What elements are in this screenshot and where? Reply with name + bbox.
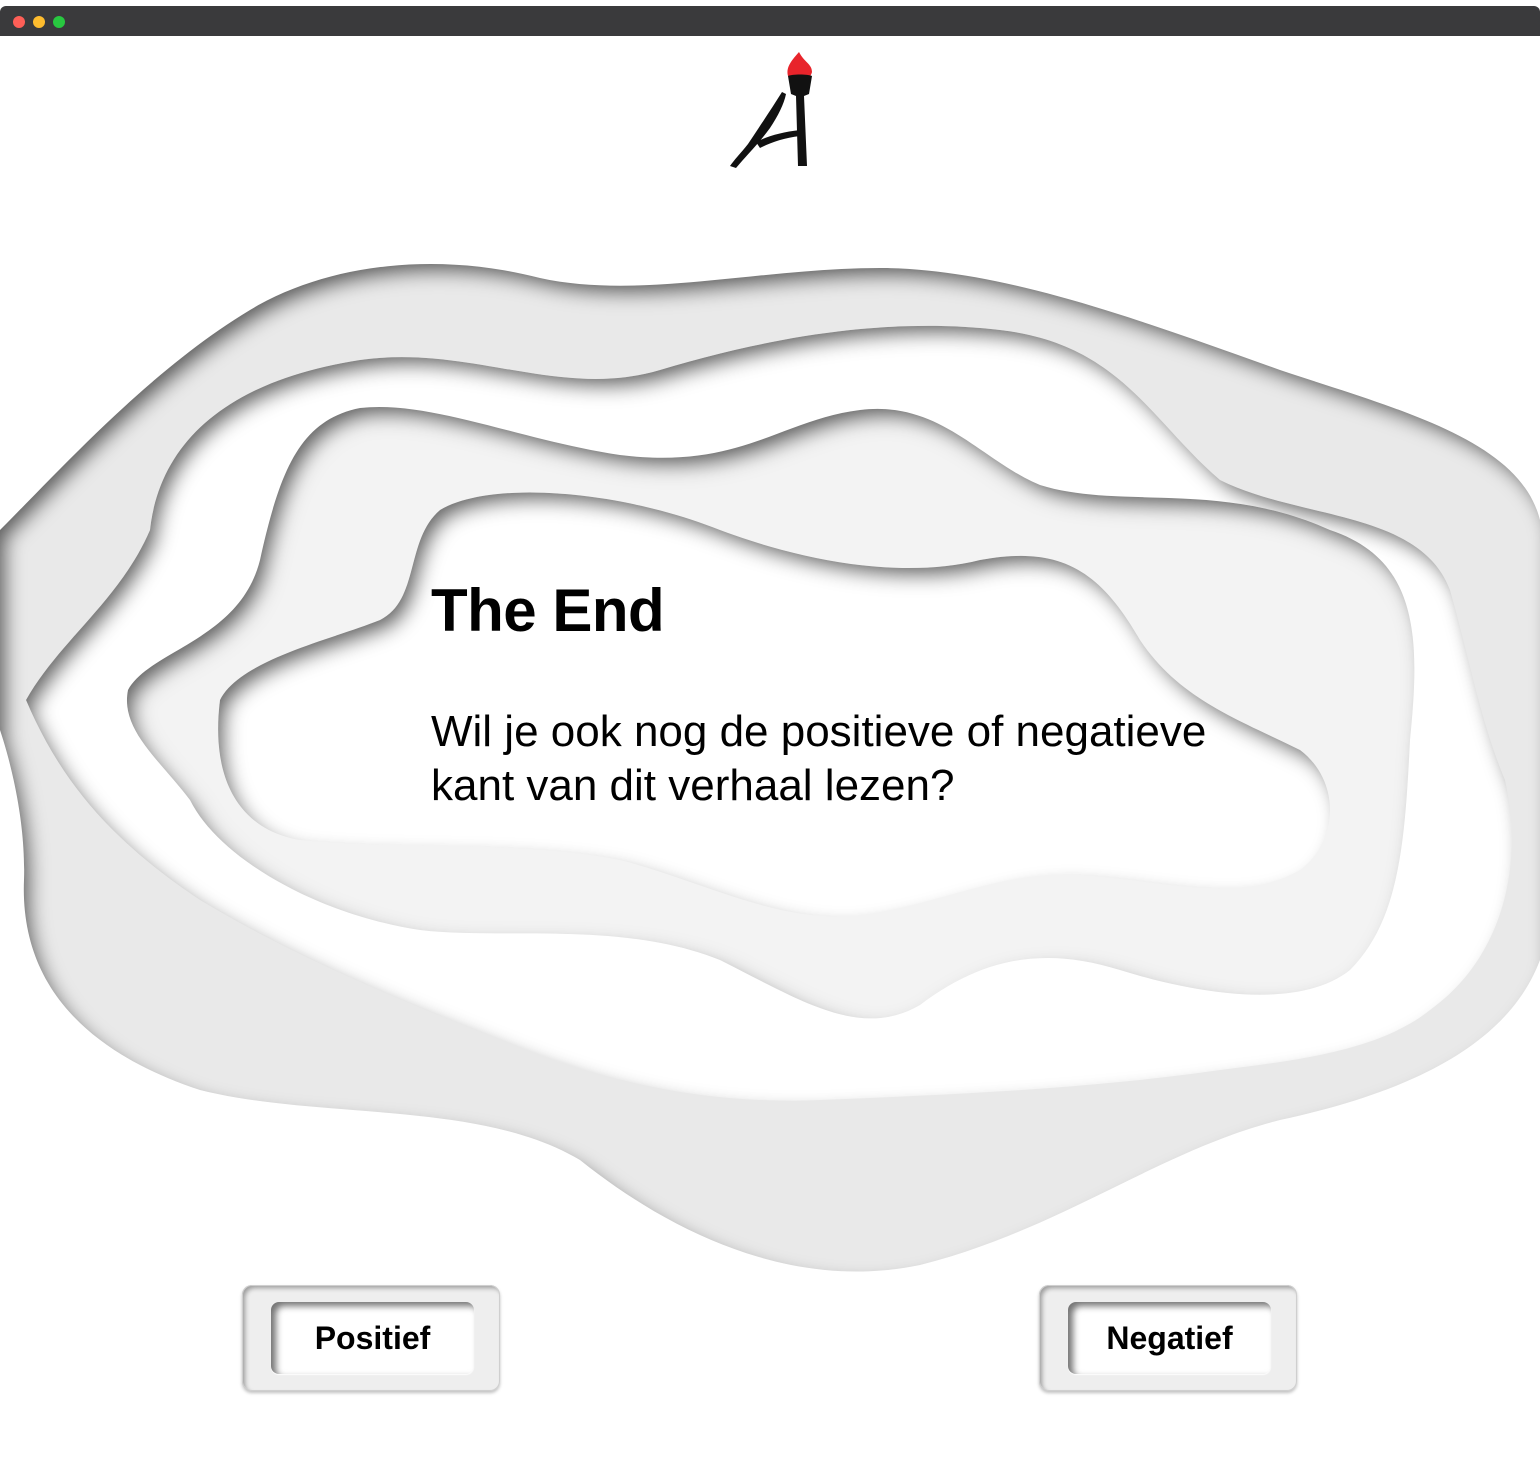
page-title: The End [431, 577, 665, 644]
negatief-button-frame[interactable]: Negatief [1039, 1285, 1297, 1391]
positief-button-frame[interactable]: Positief [242, 1285, 500, 1391]
positief-button[interactable]: Positief [271, 1302, 474, 1374]
continuation-question: Wil je ook nog de positieve of negatieve… [431, 707, 1207, 810]
negatief-button[interactable]: Negatief [1068, 1302, 1271, 1374]
